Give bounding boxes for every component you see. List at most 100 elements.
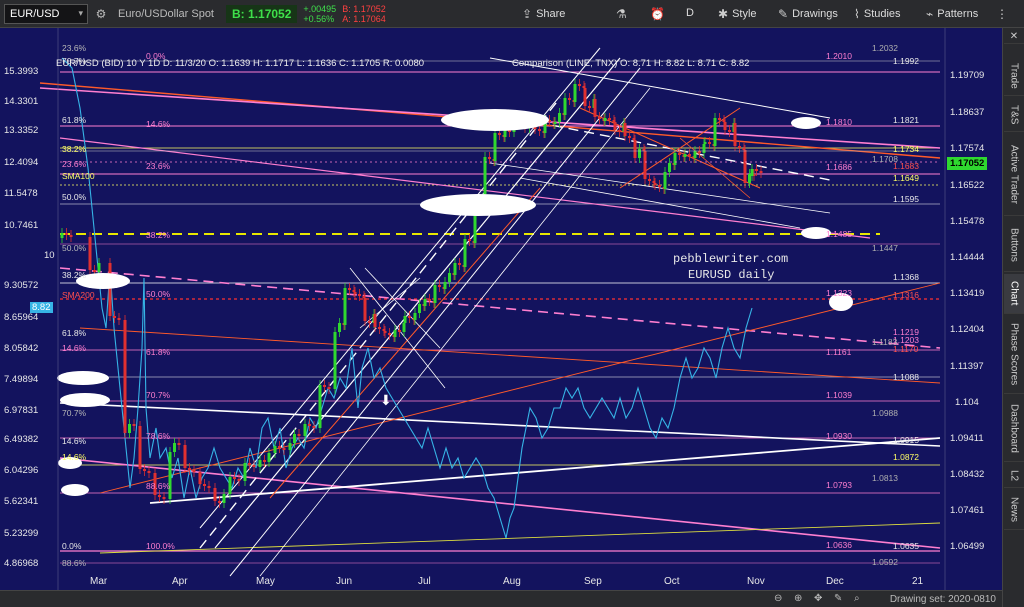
left-axis-label: 14.3301 [4,96,39,107]
candle-body [573,84,577,102]
chart-legend: EUR/USD (BID) 10 Y 1D D: 11/3/20 O: 1.16… [56,58,425,69]
candle-body [69,235,73,237]
candle-body [618,130,621,132]
left-axis-label: 13.3352 [4,125,39,136]
candle-body [312,426,316,428]
candle-body [623,123,627,136]
level-label: 1.1161 [826,347,852,357]
candle-body [158,495,161,497]
fib-label: 100.0% [146,541,175,551]
candle-body [108,263,112,316]
level-label: 1.0592 [872,557,898,567]
candle-body [147,471,151,473]
candle-body [348,288,351,290]
symbol-input[interactable]: EUR/USD ▾ [4,3,88,24]
level-label: 1.2032 [872,43,898,53]
month-label: Apr [172,576,188,587]
tab-phase-scores[interactable]: Phase Scores [1004,316,1024,394]
candle-body [177,443,181,445]
right-axis-label: 1.06499 [950,541,985,552]
flask-icon: ⚗ [616,7,627,21]
candle-body [65,233,68,235]
tab-trade[interactable]: Trade [1004,56,1024,96]
candle-body [273,446,277,453]
fib-label: SMA200 [62,290,95,300]
left-axis-label: 8.05842 [4,343,39,354]
left-axis-label: 6.04296 [4,465,39,476]
quote-change: +.00495 +0.56% [303,3,337,24]
tab-chart[interactable]: Chart [1004,274,1024,314]
tab-time-and-sales[interactable]: T&S [1004,98,1024,132]
month-label: Aug [503,576,521,587]
alarm-button[interactable]: ⏰ [650,7,669,21]
flask-button[interactable]: ⚗ [616,7,631,21]
candle-body [383,331,387,333]
tnx-value-badge: 8.82 [30,302,53,313]
more-button[interactable]: ⋮ [996,7,1012,21]
candle-body [358,294,361,296]
tab-level-2[interactable]: L2 [1004,464,1024,488]
candle-body [503,130,507,137]
candle-body [353,292,357,294]
candle-body [218,501,221,503]
gear-icon[interactable]: ⚙ [92,7,110,21]
magnifier-icon[interactable]: ⌕ [854,593,860,604]
tab-buttons[interactable]: Buttons [1004,218,1024,272]
current-price-badge: 1.17052 [947,157,988,170]
chevron-down-icon[interactable]: ▾ [78,8,83,19]
share-button[interactable]: ⇪ Share [522,7,565,21]
candle-body [192,470,196,472]
candle-body [222,494,226,503]
candle-body [598,117,601,119]
candle-body [173,443,176,452]
candle-body [327,387,331,389]
chart-canvas[interactable]: ⬇ EUR/USD (BID) 10 Y 1D D: 11/3/20 O: 1.… [0,28,1002,591]
level-label: 1.1810 [826,117,852,127]
left-axis-label: 5.62341 [4,496,39,507]
drawing-set-label[interactable]: Drawing set: 2020-0810 [890,594,996,605]
pan-icon[interactable]: ✥ [814,593,822,604]
left-axis-label: 6.97831 [4,405,39,416]
tab-news[interactable]: News [1004,490,1024,530]
level-label: 1.1686 [826,162,852,172]
level-label: 1.1170 [893,344,919,354]
candle-body [138,426,142,469]
level-lines [60,60,940,564]
studies-button[interactable]: ⌇ Studies [854,7,901,21]
drawings-button[interactable]: ✎ Drawings [778,7,838,21]
fib-label: 61.8% [62,328,87,338]
candle-body [668,163,671,172]
fib-label: 14.6% [62,436,87,446]
candle-body [755,169,758,171]
zoom-out-icon[interactable]: ⊖ [774,593,782,604]
candle-body [593,99,597,117]
watermark-line-1: pebblewriter.com [673,252,789,266]
patterns-button[interactable]: ⌁ Patterns [926,7,978,21]
fib-label: 78.6% [146,431,171,441]
level-label: 1.0930 [826,431,852,441]
month-label: Oct [664,576,680,587]
right-axis-label: 1.11397 [950,361,984,372]
candle-body [403,316,407,323]
close-icon[interactable]: ✕ [1004,30,1024,44]
candle-body [228,477,232,494]
share-icon: ⇪ [522,7,533,21]
candle-body [558,113,561,122]
candle-body [658,185,661,187]
left-axis-label: 7.49894 [4,374,39,385]
right-axis-label: 1.14444 [950,252,985,263]
candle-body [263,460,266,462]
style-button[interactable]: ✱ Style [718,7,757,21]
zoom-in-icon[interactable]: ⊕ [794,593,802,604]
month-label: Sep [584,576,602,587]
tab-dashboard[interactable]: Dashboard [1004,396,1024,462]
tab-active-trader[interactable]: Active Trader [1004,134,1024,216]
draw-icon[interactable]: ✎ [834,593,842,604]
candle-body [308,424,311,426]
candle-body [750,169,754,176]
fib-label: 23.6% [62,43,87,53]
candle-body [132,424,136,426]
status-bar: ⊖ ⊕ ✥ ✎ ⌕ Drawing set: 2020-0810 [0,590,1002,607]
candle-body [338,323,341,332]
period-button[interactable]: D [686,7,694,19]
